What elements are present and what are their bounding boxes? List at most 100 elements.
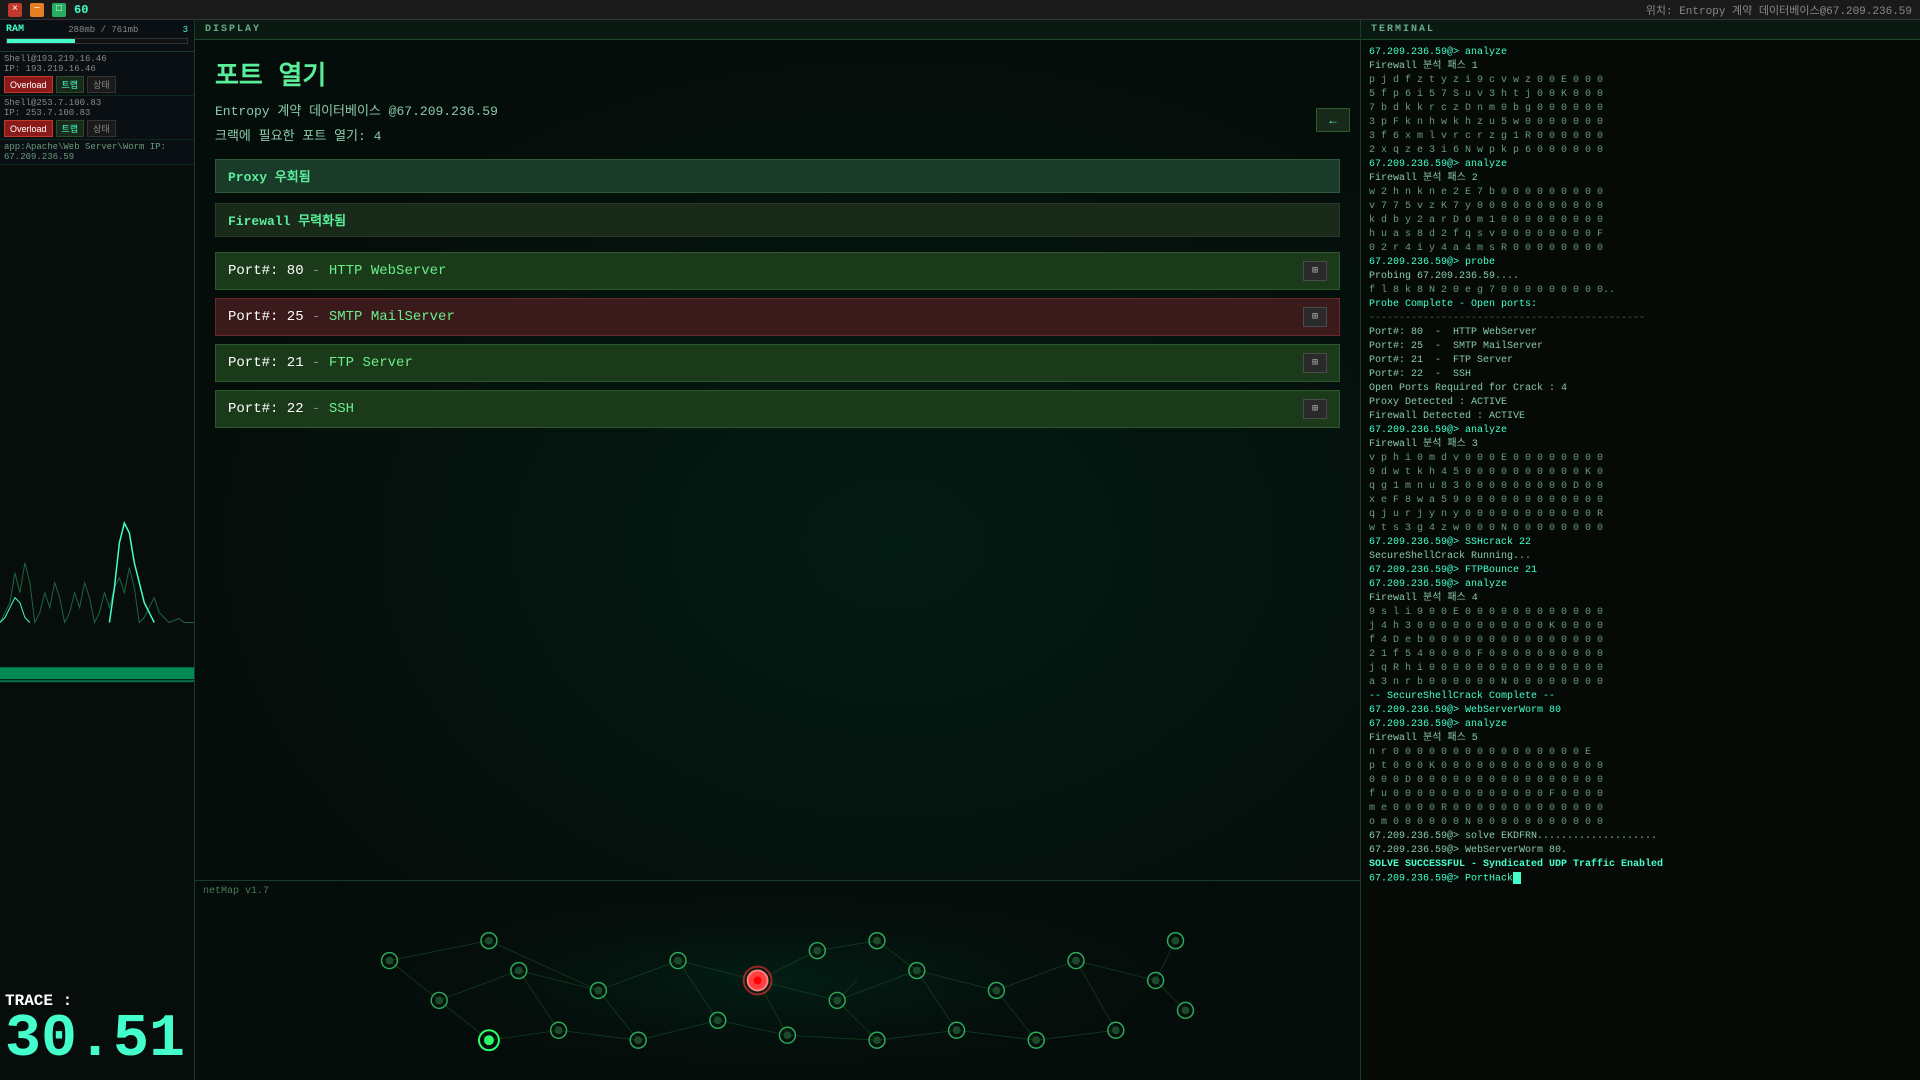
terminal-line-0: 67.209.236.59@> analyze	[1369, 46, 1912, 60]
overload-button-2[interactable]: Overload	[4, 120, 53, 137]
terminal-line-40: 67.209.236.59@> SSHcrack 22	[1369, 536, 1912, 550]
terminal-line-56: Firewall 분석 패스 5	[1369, 732, 1912, 746]
terminal-line-38: w t s 3 g 4 z w 0 0 0 N 0 0 0 0 0 0 0 0	[1369, 522, 1912, 536]
terminal-line-21: ----------------------------------------…	[1369, 312, 1912, 326]
terminal-line-34: 9 d w t k h 4 5 0 0 0 0 0 0 0 0 0 0 K 0	[1369, 466, 1912, 480]
terminal-line-37: q j u r j y n y 0 0 0 0 0 0 0 0 0 0 0 R	[1369, 508, 1912, 522]
terminal-line-24: Port#: 21 - FTP Server	[1369, 354, 1912, 368]
terminal-line-7: 2 x q z e 3 i 6 N w p k p 6 0 0 0 0 0 0	[1369, 144, 1912, 158]
proxy-section: Proxy 우회됨	[215, 159, 1340, 193]
terminal-line-15: 0 2 r 4 i y 4 a 4 m s R 0 0 0 0 0 0 0 0	[1369, 242, 1912, 256]
app-label: app:Apache\Web Server\Worm IP: 67.209.23…	[0, 140, 194, 165]
terminal-line-8: 67.209.236.59@> analyze	[1369, 158, 1912, 172]
connection-name-1: Shell@193.219.16.46	[4, 54, 190, 64]
terminal-line-1: Firewall 분석 패스 1	[1369, 60, 1912, 74]
terminal-line-41: SecureShellCrack Running...	[1369, 550, 1912, 564]
terminal-line-50: j q R h i 0 0 0 0 0 0 0 0 0 0 0 0 0 0 0	[1369, 662, 1912, 676]
terminal-line-13: k d b y 2 a r D 6 m 1 0 0 0 0 0 0 0 0 0	[1369, 214, 1912, 228]
terminal-line-36: x e F 8 w a 5 9 0 0 0 0 0 0 0 0 0 0 0 0	[1369, 494, 1912, 508]
terminal-line-28: Proxy Detected : ACTIVE	[1369, 396, 1912, 410]
terminal-line-17: Probing 67.209.236.59....	[1369, 270, 1912, 284]
connection-ip-2: IP: 253.7.100.83	[4, 108, 190, 118]
terminal-line-44: Firewall 분석 패스 4	[1369, 592, 1912, 606]
port-icon-21: ⊞	[1303, 353, 1327, 373]
terminal-line-3: 5 f p 6 i 5 7 S u v 3 h t j 0 0 K 0 0 0	[1369, 88, 1912, 102]
ram-count: 3	[183, 25, 188, 35]
terminal-line-12: v 7 7 5 v z K 7 y 0 0 0 0 0 0 0 0 0 0 0	[1369, 200, 1912, 214]
terminal-line-14: h u a s 8 d 2 f q s v 0 0 0 0 0 0 0 0 F	[1369, 228, 1912, 242]
terminal-line-69: 67.209.236.59@> PortHack	[1369, 872, 1912, 887]
netmap-section: netMap v1.7	[195, 880, 1360, 1080]
topbar-counter: 60	[74, 3, 88, 17]
port-open-title: 포트 열기	[215, 55, 1340, 92]
terminal-line-23: Port#: 25 - SMTP MailServer	[1369, 340, 1912, 354]
terminal-line-58: n r 0 0 0 0 0 0 0 0 0 0 0 0 0 0 0 0 E	[1369, 746, 1912, 760]
port-text-25: Port#: 25 - SMTP MailServer	[228, 309, 1303, 325]
ram-bar-container	[6, 38, 188, 44]
port-item-21[interactable]: Port#: 21 - FTP Server ⊞	[215, 344, 1340, 382]
terminal-panel: TERMINAL 67.209.236.59@> analyzeFirewall…	[1360, 20, 1920, 1080]
trap-button-2[interactable]: 트랩	[56, 120, 85, 137]
terminal-line-22: Port#: 80 - HTTP WebServer	[1369, 326, 1912, 340]
back-button[interactable]: ←	[1316, 108, 1350, 132]
connection-ip-1: IP: 193.219.16.46	[4, 64, 190, 74]
terminal-line-5: 3 p F k n h w k h z u 5 w 0 0 0 0 0 0 0	[1369, 116, 1912, 130]
terminal-line-63: o m 0 0 0 0 0 0 N 0 0 0 0 0 0 0 0 0 0 0	[1369, 816, 1912, 830]
trace-value: 30.51	[5, 1010, 185, 1070]
middle-panel: DISPLAY 포트 열기 Entropy 계약 데이터베이스 @67.209.…	[195, 20, 1360, 1080]
terminal-line-11: w 2 h n k n e 2 E 7 b 0 0 0 0 0 0 0 0 0	[1369, 186, 1912, 200]
terminal-line-54: 67.209.236.59@> WebServerWorm 80	[1369, 704, 1912, 718]
terminal-content[interactable]: 67.209.236.59@> analyzeFirewall 분석 패스 1p…	[1361, 40, 1920, 1080]
port-icon-80: ⊞	[1303, 261, 1327, 281]
terminal-cursor	[1513, 872, 1521, 884]
firewall-label: Firewall 무력화됨	[228, 214, 346, 229]
terminal-line-65: 67.209.236.59@> solve EKDFRN............…	[1369, 830, 1912, 844]
terminal-line-35: q g 1 m n u 8 3 0 0 0 0 0 0 0 0 0 D 0 0	[1369, 480, 1912, 494]
crack-info: 크랙에 필요한 포트 열기: 4	[215, 125, 1340, 144]
ram-label: RAM	[6, 24, 24, 35]
ram-usage: 288mb / 761mb	[68, 25, 138, 35]
terminal-line-6: 3 f 6 x m l v r c r z g 1 R 0 0 0 0 0 0	[1369, 130, 1912, 144]
terminal-line-46: 9 s l i 9 0 0 E 0 0 0 0 0 0 0 0 0 0 0 0	[1369, 606, 1912, 620]
terminal-line-25: Port#: 22 - SSH	[1369, 368, 1912, 382]
ram-bar	[7, 39, 75, 43]
trap-button-1[interactable]: 트랩	[56, 76, 85, 93]
terminal-line-31: Firewall 분석 패스 3	[1369, 438, 1912, 452]
port-list: Port#: 80 - HTTP WebServer ⊞ Port#: 25 -…	[215, 252, 1340, 428]
connection-block-2: Shell@253.7.100.83 IP: 253.7.100.83 Over…	[0, 96, 194, 140]
terminal-line-4: 7 b d k k r c z D n m 0 b g 0 0 0 0 0 0	[1369, 102, 1912, 116]
terminal-line-67: SOLVE SUCCESSFUL - Syndicated UDP Traffi…	[1369, 858, 1912, 872]
port-icon-22: ⊞	[1303, 399, 1327, 419]
terminal-line-30: 67.209.236.59@> analyze	[1369, 424, 1912, 438]
trace-display: TRACE : 30.51	[5, 992, 185, 1070]
terminal-line-9: Firewall 분석 패스 2	[1369, 172, 1912, 186]
left-panel: RAM 288mb / 761mb 3 Shell@193.219.16.46 …	[0, 20, 195, 1080]
terminal-line-42: 67.209.236.59@> FTPBounce 21	[1369, 564, 1912, 578]
port-item-25[interactable]: Port#: 25 - SMTP MailServer ⊞	[215, 298, 1340, 336]
terminal-line-59: p t 0 0 0 K 0 0 0 0 0 0 0 0 0 0 0 0 0 0	[1369, 760, 1912, 774]
close-button[interactable]: ×	[8, 3, 22, 17]
port-item-80[interactable]: Port#: 80 - HTTP WebServer ⊞	[215, 252, 1340, 290]
port-text-21: Port#: 21 - FTP Server	[228, 355, 1303, 371]
terminal-line-18: f l 8 k 8 N 2 0 e g 7 0 0 0 0 0 0 0 0 0.…	[1369, 284, 1912, 298]
terminal-line-55: 67.209.236.59@> analyze	[1369, 718, 1912, 732]
terminal-line-48: f 4 D e b 0 0 0 0 0 0 0 0 0 0 0 0 0 0 0	[1369, 634, 1912, 648]
terminal-line-29: Firewall Detected : ACTIVE	[1369, 410, 1912, 424]
terminal-line-2: p j d f z t y z i 9 c v w z 0 0 E 0 0 0	[1369, 74, 1912, 88]
terminal-line-66: 67.209.236.59@> WebServerWorm 80.	[1369, 844, 1912, 858]
status-button-1[interactable]: 상태	[87, 76, 116, 93]
terminal-header: TERMINAL	[1361, 20, 1920, 40]
terminal-line-60: 0 0 0 D 0 0 0 0 0 0 0 0 0 0 0 0 0 0 0 0	[1369, 774, 1912, 788]
port-item-22[interactable]: Port#: 22 - SSH ⊞	[215, 390, 1340, 428]
target-info: Entropy 계약 데이터베이스 @67.209.236.59	[215, 100, 1340, 119]
terminal-line-51: a 3 n r b 0 0 0 0 0 0 N 0 0 0 0 0 0 0 0	[1369, 676, 1912, 690]
terminal-line-20: Probe Complete - Open ports:	[1369, 298, 1912, 312]
overload-button-1[interactable]: Overload	[4, 76, 53, 93]
terminal-line-27: Open Ports Required for Crack : 4	[1369, 382, 1912, 396]
topbar: × − □ 60 위치: Entropy 계약 데이터베이스@67.209.23…	[0, 0, 1920, 20]
maximize-button[interactable]: □	[52, 3, 66, 17]
status-button-2[interactable]: 상태	[87, 120, 116, 137]
port-icon-25: ⊞	[1303, 307, 1327, 327]
minimize-button[interactable]: −	[30, 3, 44, 17]
waveform-display: TRACE : 30.51	[0, 165, 194, 1080]
